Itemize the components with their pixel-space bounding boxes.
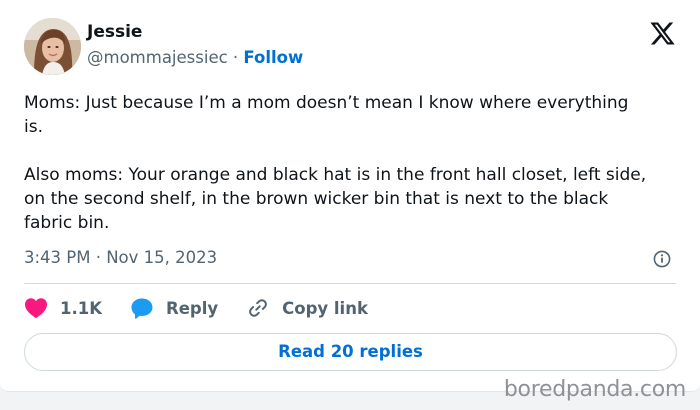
reply-label: Reply bbox=[166, 298, 219, 318]
tweet-actions: 1.1K Reply Copy link bbox=[24, 294, 396, 322]
reply-bubble-icon bbox=[131, 298, 153, 319]
likes-count: 1.1K bbox=[60, 298, 103, 318]
handle-separator: · bbox=[232, 48, 239, 67]
avatar-photo bbox=[24, 18, 81, 75]
avatar[interactable] bbox=[24, 18, 81, 75]
link-icon bbox=[249, 299, 268, 317]
copy-link-label: Copy link bbox=[282, 298, 368, 318]
tweet-text: Moms: Just because I’m a mom doesn’t mea… bbox=[24, 93, 647, 233]
x-logo-icon[interactable] bbox=[649, 20, 676, 47]
reply-button[interactable]: Reply bbox=[130, 296, 218, 320]
divider bbox=[24, 283, 676, 284]
copy-link-button[interactable]: Copy link bbox=[246, 296, 368, 320]
tweet-timestamp[interactable]: 3:43 PM · Nov 15, 2023 bbox=[24, 246, 217, 270]
tweet-card: Jessie @mommajessiec · Follow Moms: Just… bbox=[0, 0, 700, 392]
heart-icon bbox=[25, 298, 47, 319]
user-handle[interactable]: @mommajessiec bbox=[87, 48, 228, 67]
read-replies-button[interactable]: Read 20 replies bbox=[24, 333, 677, 371]
info-icon[interactable] bbox=[653, 250, 671, 268]
handle-row: @mommajessiec · Follow bbox=[87, 46, 303, 70]
follow-button[interactable]: Follow bbox=[243, 48, 303, 67]
tweet-header: Jessie @mommajessiec · Follow bbox=[24, 18, 303, 75]
watermark: boredpanda.com bbox=[503, 377, 686, 402]
user-info: Jessie @mommajessiec · Follow bbox=[87, 21, 303, 70]
like-button[interactable]: 1.1K bbox=[24, 297, 102, 319]
display-name[interactable]: Jessie bbox=[87, 21, 303, 43]
